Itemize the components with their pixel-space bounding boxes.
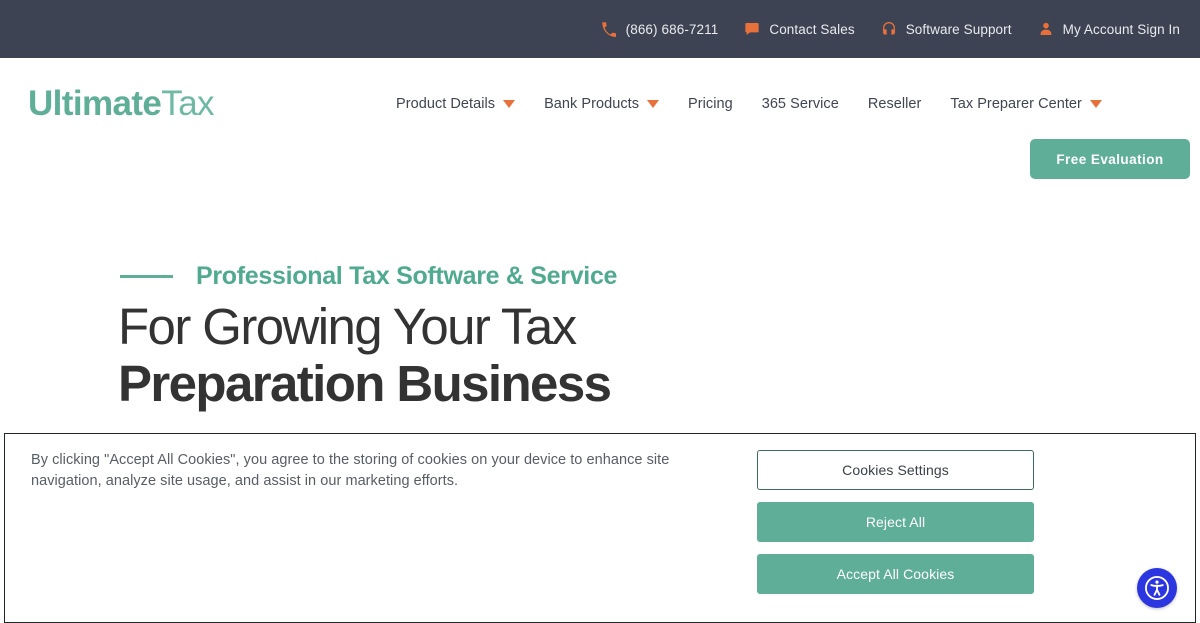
topbar-item-software-support[interactable]: Software Support [881,21,1012,37]
site-header: UltimateTax Product Details Bank Product… [0,58,1200,179]
nav-item-pricing[interactable]: Pricing [688,96,733,112]
topbar-item-contact-sales[interactable]: Contact Sales [744,21,855,37]
site-logo[interactable]: UltimateTax [28,78,215,130]
hero-section: Professional Tax Software & Service For … [0,150,1200,435]
headline-line-1: For Growing Your Tax [118,298,577,355]
accessibility-icon[interactable] [1137,568,1177,608]
nav-item-365-service[interactable]: 365 Service [762,96,839,112]
headset-icon [881,21,897,37]
topbar-item-label: (866) 686-7211 [625,21,719,37]
phone-icon [601,21,617,37]
headline-line-2: Preparation Business [118,355,612,412]
nav-item-label: Bank Products [544,96,640,112]
eyebrow-dash-decoration [120,275,173,278]
logo-light-part: Tax [161,84,214,123]
chevron-down-icon [647,100,660,108]
reject-all-button[interactable]: Reject All [757,502,1034,542]
nav-item-label: Tax Preparer Center [950,96,1082,112]
top-utility-list: (866) 686-7211 Contact Sales Software Su… [601,21,1180,37]
topbar-item-my-account-sign-in[interactable]: My Account Sign In [1038,21,1180,37]
nav-item-product-details[interactable]: Product Details [396,96,516,112]
cookie-banner-frame: By clicking "Accept All Cookies", you ag… [4,433,1196,623]
topbar-item-label: My Account Sign In [1062,21,1180,37]
nav-item-bank-products[interactable]: Bank Products [544,96,660,112]
nav-item-label: Pricing [688,96,733,112]
nav-item-tax-preparer-center[interactable]: Tax Preparer Center [950,96,1102,112]
logo-bold-part: Ultimate [28,84,162,123]
chat-bubble-icon [744,21,760,37]
cookies-settings-button[interactable]: Cookies Settings [757,450,1034,490]
chevron-down-icon [1089,100,1102,108]
topbar-item-phone[interactable]: (866) 686-7211 [601,21,719,37]
cookie-banner-message: By clicking "Accept All Cookies", you ag… [31,452,670,489]
cookie-consent-banner: By clicking "Accept All Cookies", you ag… [0,429,1200,623]
accept-all-cookies-button[interactable]: Accept All Cookies [757,554,1034,594]
topbar-item-label: Contact Sales [769,21,855,37]
nav-item-label: 365 Service [761,96,839,112]
hero-eyebrow-text: Professional Tax Software & Service [196,262,618,290]
page-title: For Growing Your Tax Preparation Busines… [118,298,612,412]
nav-item-label: Reseller [867,96,922,112]
hero-eyebrow: Professional Tax Software & Service [120,262,617,291]
nav-item-label: Product Details [396,96,496,112]
primary-navigation: Product Details Bank Products Pricing 36… [396,58,1102,150]
chevron-down-icon [503,100,516,108]
top-utility-bar: (866) 686-7211 Contact Sales Software Su… [0,0,1200,58]
page-root: (866) 686-7211 Contact Sales Software Su… [0,0,1200,623]
user-icon [1038,21,1054,37]
topbar-item-label: Software Support [905,21,1012,37]
nav-item-reseller[interactable]: Reseller [868,96,922,112]
cookie-banner-actions: Cookies Settings Reject All Accept All C… [757,450,1034,606]
